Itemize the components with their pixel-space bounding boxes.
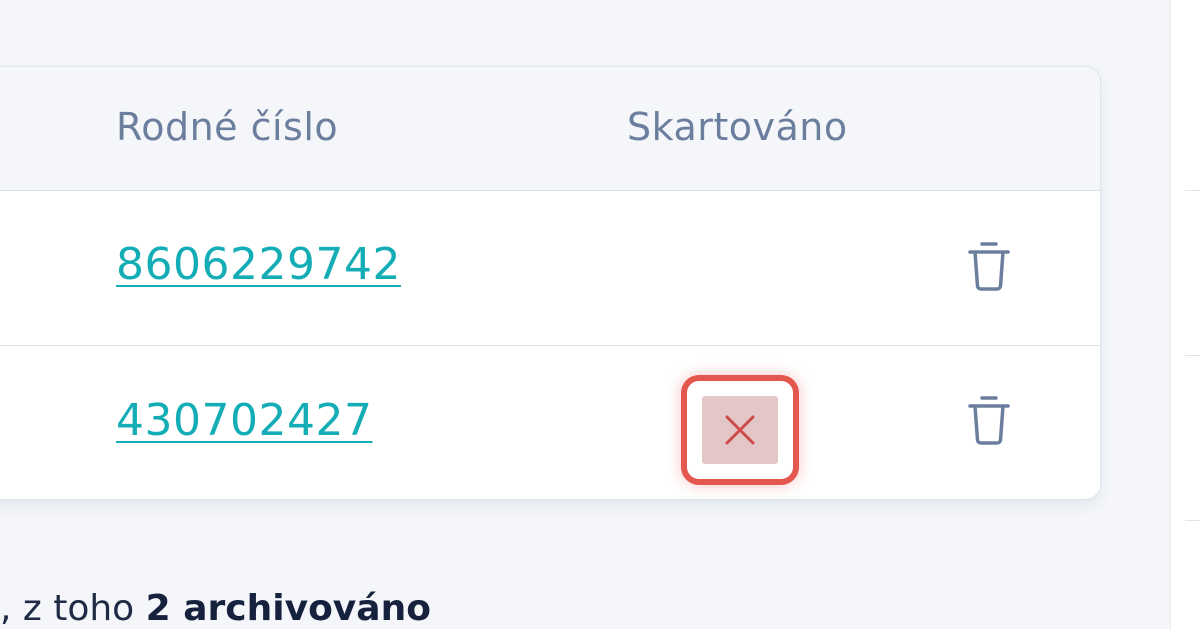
table-row: 430702427 bbox=[0, 347, 1100, 499]
x-icon bbox=[725, 415, 755, 445]
archived-label: archivováno bbox=[170, 588, 431, 629]
divider bbox=[1185, 190, 1200, 191]
records-table: Rodné číslo Skartováno 8606229742 430702… bbox=[0, 66, 1101, 500]
column-header-birth-number: Rodné číslo bbox=[116, 105, 339, 149]
summary-prefix: , z toho bbox=[0, 588, 146, 629]
table-row: 8606229742 bbox=[0, 191, 1100, 346]
records-summary: , z toho 2 archivováno bbox=[0, 588, 431, 629]
trash-icon[interactable] bbox=[965, 237, 1013, 293]
not-shredded-badge[interactable] bbox=[702, 396, 778, 464]
archived-count: 2 bbox=[145, 588, 171, 629]
shredded-status-highlight[interactable] bbox=[681, 375, 799, 485]
birth-number-link[interactable]: 8606229742 bbox=[116, 239, 401, 290]
birth-number-link[interactable]: 430702427 bbox=[116, 395, 372, 446]
divider bbox=[1185, 355, 1200, 356]
table-header: Rodné číslo Skartováno bbox=[0, 67, 1100, 191]
divider bbox=[1185, 520, 1200, 521]
column-header-shredded: Skartováno bbox=[627, 105, 848, 149]
side-panel-edge bbox=[1170, 0, 1200, 629]
trash-icon[interactable] bbox=[965, 391, 1013, 447]
